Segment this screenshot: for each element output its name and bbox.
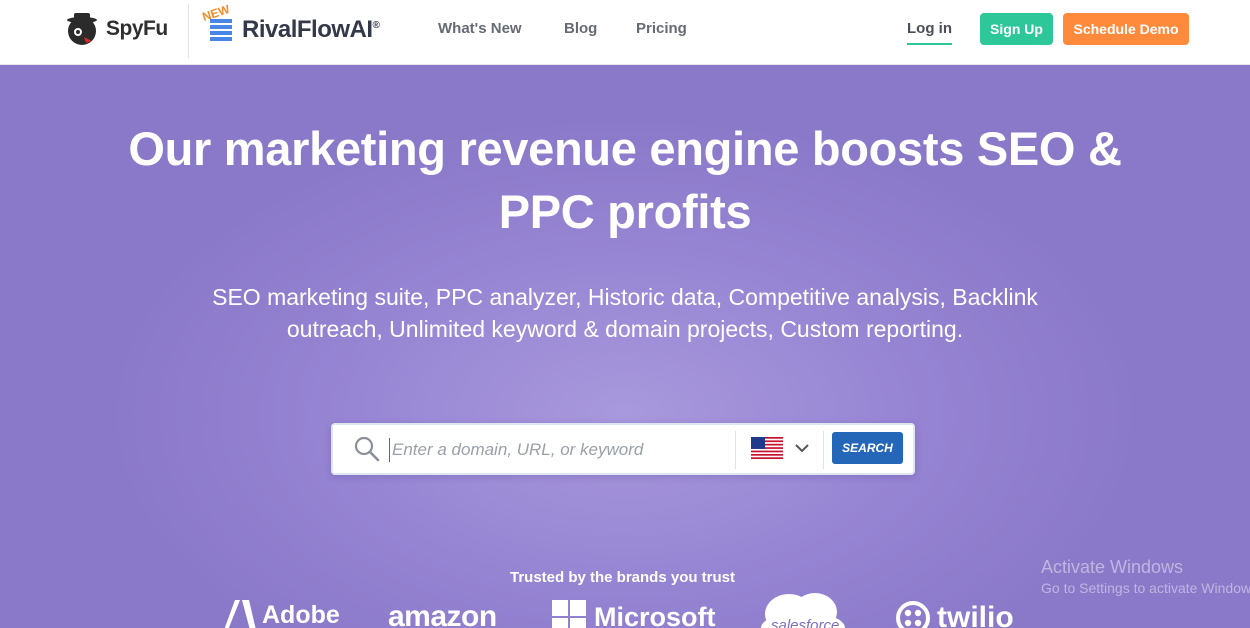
brand-salesforce: salesforce [771,617,840,628]
brand-microsoft: Microsoft [594,601,716,628]
spyfu-mascot-icon [67,13,97,45]
search-icon [354,436,380,462]
schedule-demo-button[interactable]: Schedule Demo [1063,13,1189,45]
us-flag-icon[interactable] [751,437,783,459]
logo-divider [188,4,189,58]
hero-subtitle: SEO marketing suite, PPC analyzer, Histo… [212,284,1038,342]
brand-amazon: amazon [388,600,497,628]
watermark-line-2: Go to Settings to activate Windows. [1041,580,1250,596]
brand-salesforce-logo: salesforce [757,592,851,628]
hero-section: Our marketing revenue engine boosts SEO … [0,65,1250,628]
spyfu-logo-text: SpyFu [106,17,168,40]
site-header: SpyFu NEW RivalFlowAI® What's New Blog P… [0,0,1250,65]
brand-twilio-logo: twilio [895,600,1014,628]
nav-pricing[interactable]: Pricing [636,20,687,37]
microsoft-icon [552,600,586,628]
login-link[interactable]: Log in [907,20,952,45]
rivalflow-logo-text: RivalFlowAI® [242,16,380,43]
search-divider [735,431,736,469]
search-bar: SEARCH [331,423,915,475]
rivalflow-logo[interactable]: NEW RivalFlowAI® [201,2,380,48]
windows-activation-watermark: Activate Windows Go to Settings to activ… [1041,557,1250,596]
watermark-line-1: Activate Windows [1041,557,1184,577]
brand-adobe-logo: Adobe [222,600,340,628]
twilio-icon [896,601,930,628]
search-input[interactable] [389,438,729,462]
brand-adobe: Adobe [262,600,340,628]
search-button[interactable]: SEARCH [832,432,903,464]
hero-title: Our marketing revenue engine boosts SEO … [128,122,1122,238]
adobe-icon [224,600,256,628]
chevron-down-icon[interactable] [793,439,811,457]
nav-whats-new[interactable]: What's New [438,20,522,37]
brand-twilio: twilio [937,601,1014,628]
search-divider-2 [823,431,824,469]
trusted-heading: Trusted by the brands you trust [509,569,736,586]
signup-button[interactable]: Sign Up [980,13,1053,45]
nav-blog[interactable]: Blog [564,20,597,37]
brand-microsoft-logo: Microsoft [552,600,716,628]
spyfu-logo[interactable]: SpyFu [64,11,168,47]
